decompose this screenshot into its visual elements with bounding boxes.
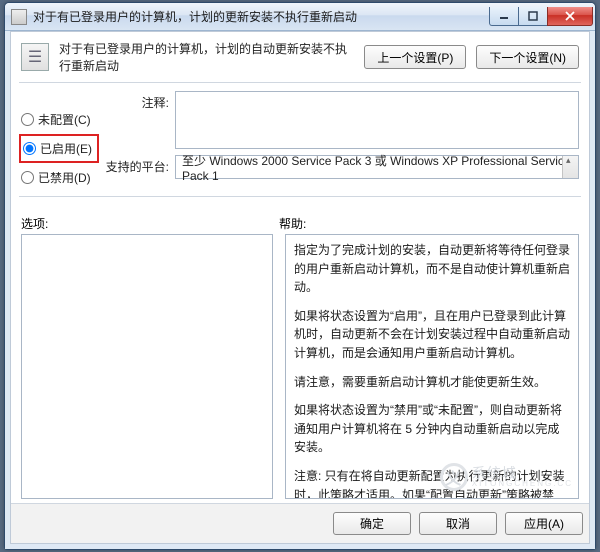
scroll-stub[interactable] bbox=[562, 156, 578, 178]
pane-labels: 选项: 帮助: bbox=[21, 215, 579, 232]
help-p1: 指定为了完成计划的安装，自动更新将等待任何登录的用户重新启动计算机，而不是自动使… bbox=[294, 241, 570, 297]
radio-not-configured-input[interactable] bbox=[21, 113, 34, 126]
enabled-highlight: 已启用(E) bbox=[19, 134, 99, 163]
radio-not-configured-label: 未配置(C) bbox=[38, 111, 91, 128]
options-pane[interactable] bbox=[21, 234, 273, 499]
content-pane: ☰ 对于有已登录用户的计算机，计划的自动更新安装不执行重新启动 上一个设置(P)… bbox=[10, 31, 590, 544]
divider-2 bbox=[19, 196, 581, 197]
comment-label: 注释: bbox=[105, 91, 169, 149]
radio-not-configured[interactable]: 未配置(C) bbox=[21, 111, 97, 128]
radio-disabled-input[interactable] bbox=[21, 171, 34, 184]
window-controls bbox=[490, 7, 593, 26]
help-p3: 请注意，需要重新启动计算机才能使更新生效。 bbox=[294, 373, 570, 392]
supported-label: 支持的平台: bbox=[105, 155, 169, 179]
cancel-button[interactable]: 取消 bbox=[419, 512, 497, 535]
help-p2: 如果将状态设置为“启用”，且在用户已登录到此计算机时，自动更新不会在计划安装过程… bbox=[294, 307, 570, 363]
config-row: 未配置(C) 已启用(E) 已禁用(D) 注释 bbox=[21, 91, 579, 186]
radio-disabled[interactable]: 已禁用(D) bbox=[21, 169, 97, 186]
panes: 指定为了完成计划的安装，自动更新将等待任何登录的用户重新启动计算机，而不是自动使… bbox=[21, 234, 579, 499]
help-pane[interactable]: 指定为了完成计划的安装，自动更新将等待任何登录的用户重新启动计算机，而不是自动使… bbox=[285, 234, 579, 499]
client-area: ☰ 对于有已登录用户的计算机，计划的自动更新安装不执行重新启动 上一个设置(P)… bbox=[5, 31, 595, 549]
supported-platform-box: 至少 Windows 2000 Service Pack 3 或 Windows… bbox=[175, 155, 579, 179]
ok-button[interactable]: 确定 bbox=[333, 512, 411, 535]
supported-row: 支持的平台: 至少 Windows 2000 Service Pack 3 或 … bbox=[105, 155, 579, 179]
help-p5: 注意: 只有在将自动更新配置为执行更新的计划安装时，此策略才适用。如果“配置自动… bbox=[294, 467, 570, 499]
state-radio-group: 未配置(C) 已启用(E) 已禁用(D) bbox=[21, 91, 97, 186]
policy-icon: ☰ bbox=[21, 43, 49, 71]
close-button[interactable] bbox=[547, 7, 593, 26]
comment-textarea[interactable] bbox=[175, 91, 579, 149]
dialog-window: 对于有已登录用户的计算机，计划的更新安装不执行重新启动 ☰ 对于有已登录用户的计… bbox=[4, 2, 596, 550]
window-title: 对于有已登录用户的计算机，计划的更新安装不执行重新启动 bbox=[33, 8, 490, 25]
radio-disabled-label: 已禁用(D) bbox=[38, 169, 91, 186]
divider bbox=[19, 82, 581, 83]
apply-button[interactable]: 应用(A) bbox=[505, 512, 583, 535]
help-p4: 如果将状态设置为“禁用”或“未配置”，则自动更新将通知用户计算机将在 5 分钟内… bbox=[294, 401, 570, 457]
prev-setting-button[interactable]: 上一个设置(P) bbox=[364, 45, 466, 69]
radio-enabled-input[interactable] bbox=[23, 142, 36, 155]
dialog-footer: 确定 取消 应用(A) bbox=[11, 503, 589, 543]
supported-platform-text: 至少 Windows 2000 Service Pack 3 或 Windows… bbox=[182, 152, 572, 183]
maximize-button[interactable] bbox=[518, 7, 548, 26]
radio-enabled[interactable]: 已启用(E) bbox=[23, 140, 95, 157]
radio-enabled-label: 已启用(E) bbox=[40, 140, 92, 157]
options-label: 选项: bbox=[21, 215, 279, 232]
titlebar[interactable]: 对于有已登录用户的计算机，计划的更新安装不执行重新启动 bbox=[5, 3, 595, 31]
detail-column: 注释: 支持的平台: 至少 Windows 2000 Service Pack … bbox=[105, 91, 579, 186]
app-icon bbox=[11, 9, 27, 25]
minimize-button[interactable] bbox=[489, 7, 519, 26]
help-label: 帮助: bbox=[279, 215, 306, 232]
comment-row: 注释: bbox=[105, 91, 579, 149]
policy-header: ☰ 对于有已登录用户的计算机，计划的自动更新安装不执行重新启动 上一个设置(P)… bbox=[21, 40, 579, 82]
policy-heading: 对于有已登录用户的计算机，计划的自动更新安装不执行重新启动 bbox=[59, 40, 354, 74]
next-setting-button[interactable]: 下一个设置(N) bbox=[476, 45, 579, 69]
